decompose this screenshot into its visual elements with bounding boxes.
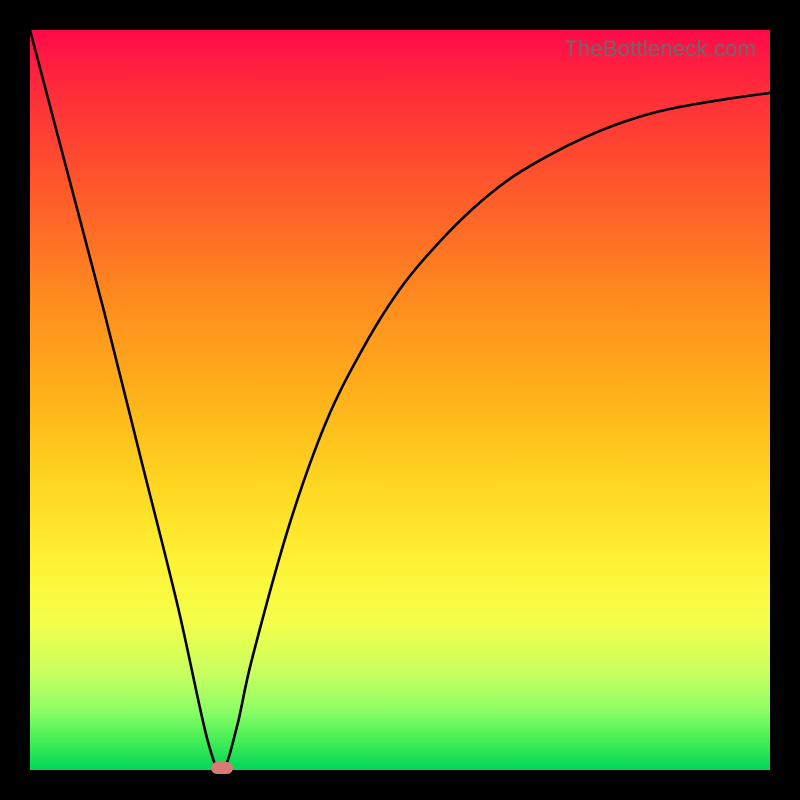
plot-area: TheBottleneck.com <box>30 30 770 770</box>
bottleneck-curve <box>30 30 770 770</box>
optimal-marker <box>211 762 233 774</box>
chart-frame: TheBottleneck.com <box>0 0 800 800</box>
